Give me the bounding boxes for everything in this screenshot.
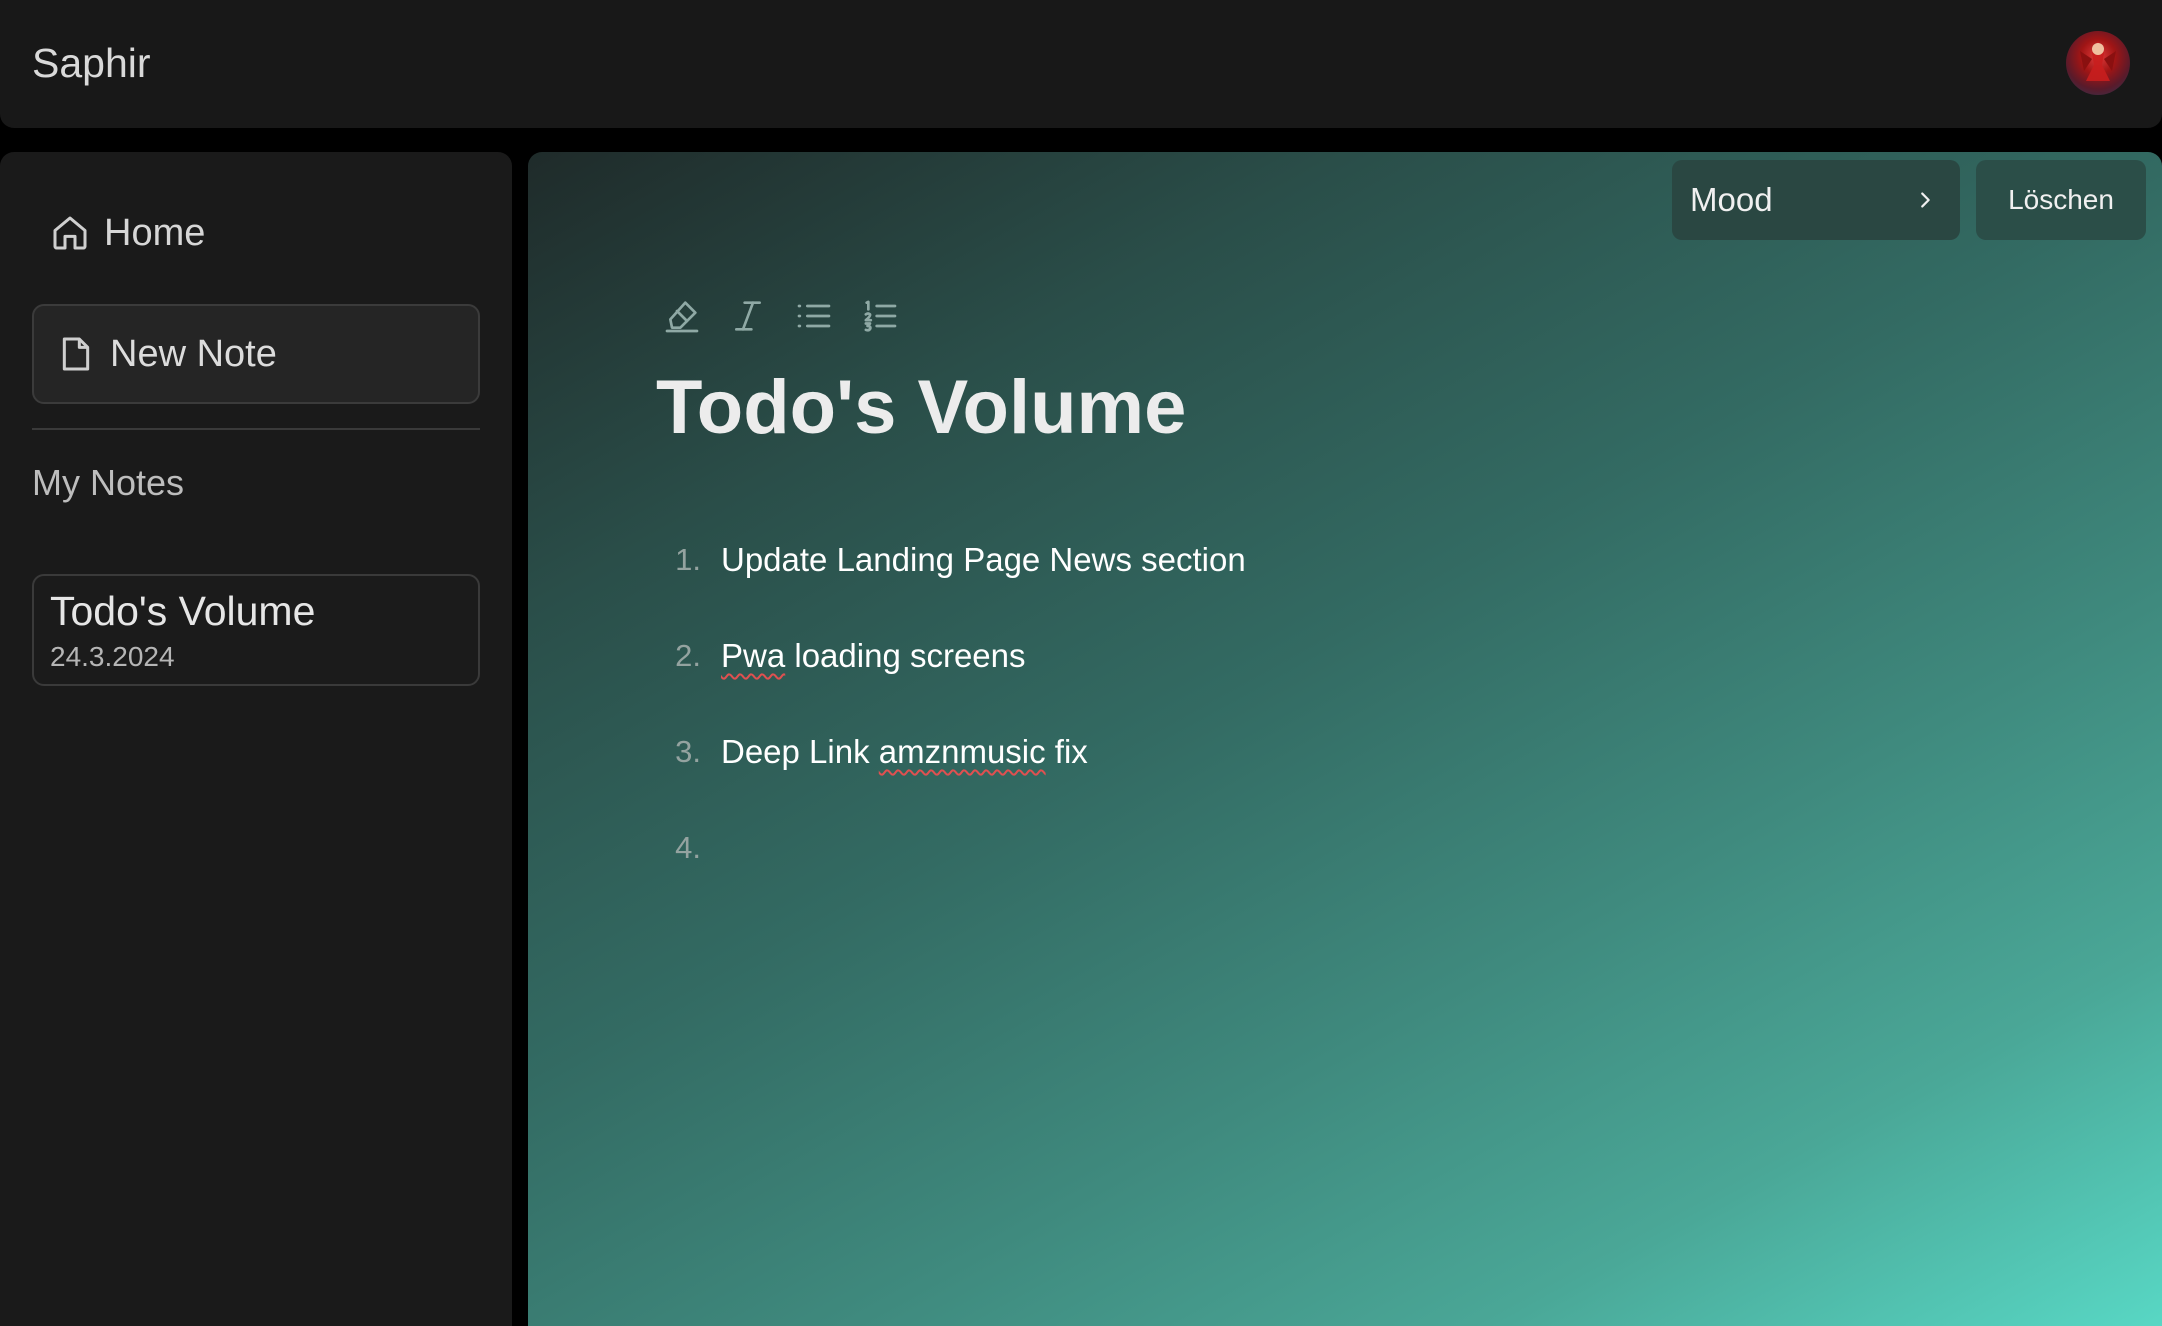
list-item-text-part: Deep Link: [721, 733, 879, 770]
list-item-text: Update Landing Page News section: [721, 541, 1246, 578]
chevron-right-icon: [1921, 192, 1930, 208]
list-item[interactable]: 4.: [660, 800, 1246, 896]
formatting-toolbar: [660, 294, 902, 338]
note-card-date: 24.3.2024: [50, 641, 175, 672]
mood-dropdown[interactable]: Mood: [1672, 160, 1960, 240]
list-item-text-part: fix: [1045, 733, 1088, 770]
list-item-number: 2.: [675, 638, 701, 673]
italic-icon[interactable]: [726, 294, 770, 338]
list-item[interactable]: 3. Deep Link amznmusic fix: [660, 704, 1246, 800]
misspelled-word: amznmusic: [878, 733, 1046, 770]
avatar-figure-icon: [2080, 41, 2116, 81]
list-item[interactable]: 1. Update Landing Page News section: [660, 512, 1246, 608]
highlighter-icon[interactable]: [660, 294, 704, 338]
numbered-list: 1. Update Landing Page News section 2. P…: [660, 512, 1246, 896]
user-avatar[interactable]: [2066, 31, 2130, 95]
list-item-number: 3.: [675, 734, 701, 769]
delete-button[interactable]: Löschen: [1976, 160, 2146, 240]
top-bar: Saphir: [0, 0, 2162, 128]
bullet-list-icon[interactable]: [792, 294, 836, 338]
list-item-text-part: loading screens: [785, 637, 1026, 674]
note-title[interactable]: Todo's Volume: [656, 360, 1186, 456]
new-note-button[interactable]: New Note: [32, 304, 480, 404]
my-notes-heading: My Notes: [32, 462, 185, 503]
app-title: Saphir: [32, 40, 151, 86]
list-item-number: 4.: [675, 830, 701, 865]
note-list-item[interactable]: Todo's Volume 24.3.2024: [32, 574, 480, 686]
document-icon: [62, 337, 90, 371]
list-item-text: Pwa loading screens: [721, 637, 1026, 675]
sidebar-item-home[interactable]: Home: [50, 205, 205, 261]
new-note-label: New Note: [110, 332, 277, 375]
home-icon: [53, 216, 87, 250]
note-card-title: Todo's Volume: [50, 588, 316, 634]
mood-label: Mood: [1690, 181, 1773, 218]
misspelled-word: Pwa: [721, 637, 786, 674]
list-item-text: Deep Link amznmusic fix: [721, 733, 1088, 771]
list-item[interactable]: 2. Pwa loading screens: [660, 608, 1246, 704]
list-item-number: 1.: [675, 542, 701, 577]
sidebar-item-label: Home: [104, 211, 206, 254]
sidebar-divider: [32, 428, 480, 430]
numbered-list-icon[interactable]: [858, 294, 902, 338]
